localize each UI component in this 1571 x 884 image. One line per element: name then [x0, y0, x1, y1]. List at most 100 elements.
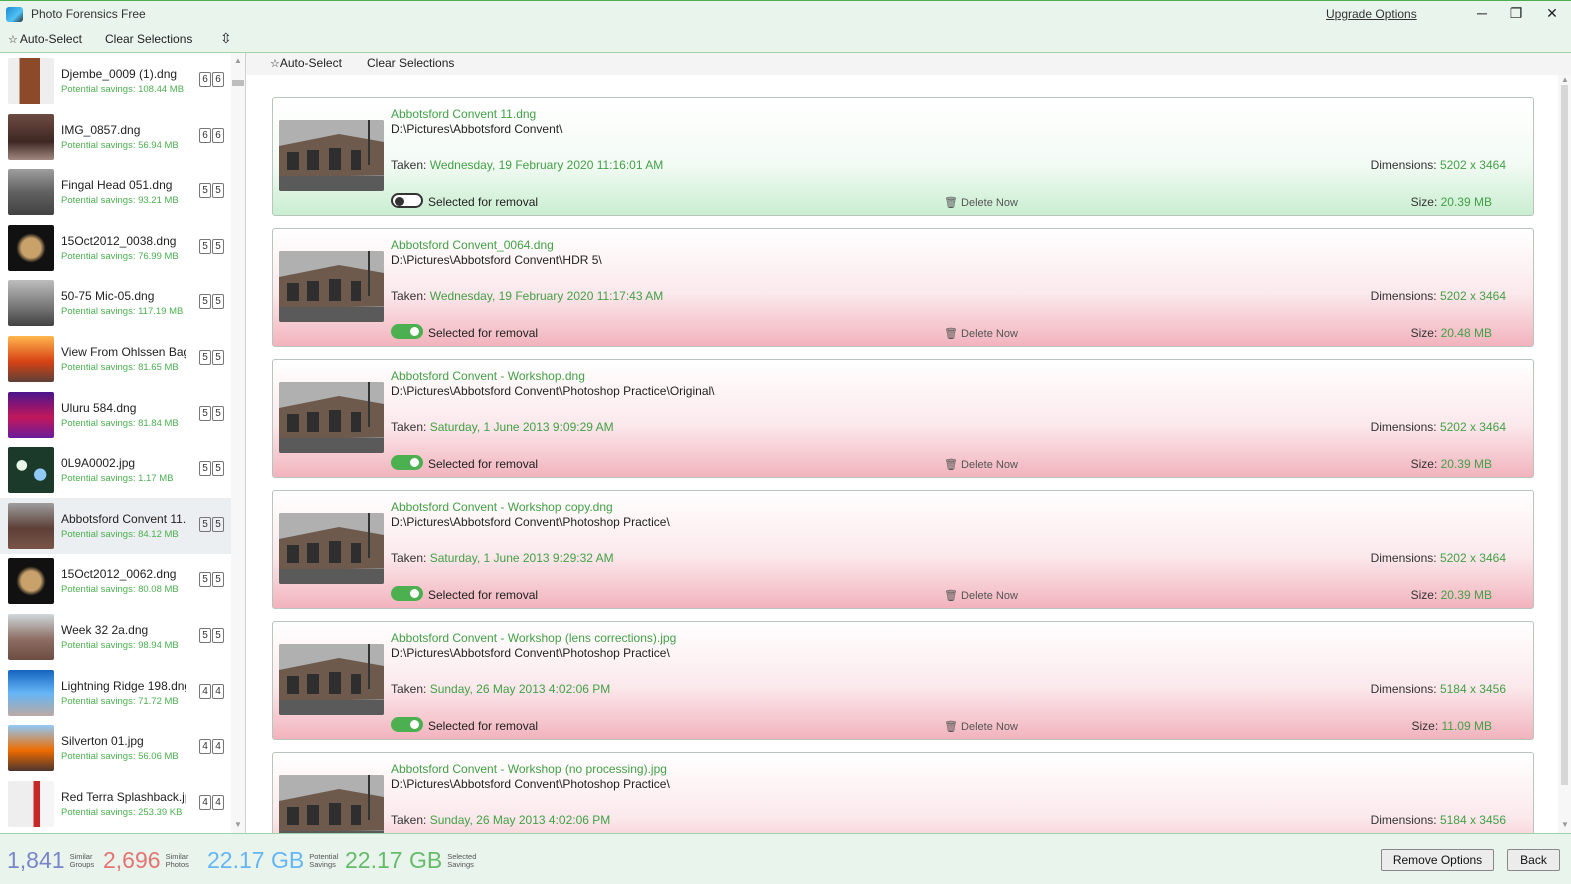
- size-label: Size:: [1410, 195, 1441, 209]
- group-file-name: Uluru 584.dng: [61, 400, 137, 415]
- photo-taken-date: Taken: Wednesday, 19 February 2020 11:17…: [391, 289, 663, 303]
- dimensions-value: 5184 x 3456: [1439, 682, 1506, 696]
- group-count-badge: 4: [199, 683, 211, 699]
- removal-toggle[interactable]: [391, 717, 423, 732]
- photo-thumbnail[interactable]: [279, 382, 384, 453]
- scroll-up-arrow-icon[interactable]: ▲: [1561, 75, 1569, 84]
- potential-savings-label: Potential Savings: [309, 851, 339, 869]
- photo-card[interactable]: Abbotsford Convent - Workshop (lens corr…: [272, 621, 1534, 740]
- delete-now-button[interactable]: 🗑 Delete Now: [944, 327, 1018, 340]
- group-count-badges: 55: [199, 238, 225, 254]
- remove-options-button[interactable]: Remove Options: [1381, 849, 1494, 871]
- photo-thumbnail[interactable]: [279, 251, 384, 322]
- delete-now-button[interactable]: 🗑 Delete Now: [944, 196, 1018, 209]
- title-bar: Photo Forensics Free Upgrade Options ─ ❐…: [0, 0, 1571, 27]
- delete-now-button[interactable]: 🗑 Delete Now: [944, 720, 1018, 733]
- main-scrollbar[interactable]: ▲ ▼: [1558, 75, 1571, 833]
- clear-selections-button[interactable]: Clear Selections: [105, 32, 192, 46]
- removal-toggle-label: Selected for removal: [428, 588, 539, 602]
- sidebar-scrollbar[interactable]: ▲ ▼: [231, 53, 245, 833]
- group-list-item[interactable]: Uluru 584.dng Potential savings: 81.84 MB…: [0, 387, 231, 443]
- photo-file-name[interactable]: Abbotsford Convent - Workshop (lens corr…: [391, 631, 676, 645]
- photo-file-name[interactable]: Abbotsford Convent - Workshop.dng: [391, 369, 585, 383]
- group-list-item[interactable]: Week 32 2a.dng Potential savings: 98.94 M…: [0, 609, 231, 665]
- delete-now-button[interactable]: 🗑 Delete Now: [944, 458, 1018, 471]
- photo-thumbnail[interactable]: [279, 644, 384, 715]
- scroll-down-arrow-icon[interactable]: ▼: [234, 820, 242, 829]
- group-list-item[interactable]: 0L9A0002.jpg Potential savings: 1.17 MB 5 5: [0, 442, 231, 498]
- sort-icon[interactable]: ⇳: [220, 30, 232, 47]
- photo-file-path: D:\Pictures\Abbotsford Convent\Photoshop…: [391, 384, 715, 398]
- group-list-item[interactable]: Lightning Ridge 198.dng Potential savings…: [0, 665, 231, 721]
- similar-groups-value: 1,841: [7, 847, 65, 873]
- removal-toggle[interactable]: [391, 324, 423, 339]
- dimensions-value: 5202 x 3464: [1439, 289, 1506, 303]
- group-list-item[interactable]: IMG_0857.dng Potential savings: 56.94 MB 6…: [0, 109, 231, 165]
- main-clear-selections-button[interactable]: Clear Selections: [367, 56, 454, 70]
- photo-thumbnail[interactable]: [279, 775, 384, 833]
- group-potential-savings: Potential savings: 253.39 KB: [61, 806, 183, 818]
- group-list-item[interactable]: Red Terra Splashback.jp: Potential saving…: [0, 776, 231, 832]
- photo-card[interactable]: Abbotsford Convent_0064.dng D:\Pictures\A…: [272, 228, 1534, 347]
- photo-card[interactable]: Abbotsford Convent - Workshop (no proces…: [272, 752, 1534, 833]
- taken-label: Taken:: [391, 289, 430, 303]
- taken-label: Taken:: [391, 813, 430, 827]
- upgrade-options-link[interactable]: Upgrade Options: [1326, 7, 1417, 21]
- trash-icon: 🗑: [944, 328, 962, 340]
- group-potential-savings: Potential savings: 108.44 MB: [61, 84, 185, 95]
- removal-toggle[interactable]: [391, 455, 423, 470]
- dimensions-label: Dimensions:: [1370, 420, 1440, 434]
- photo-file-name[interactable]: Abbotsford Convent_0064.dng: [391, 238, 554, 252]
- close-button[interactable]: ✕: [1535, 1, 1569, 27]
- group-list-item[interactable]: Djembe_0009 (1).dng Potential savings: 10…: [0, 53, 231, 109]
- photo-thumbnail-image: [279, 382, 384, 453]
- trash-icon: 🗑: [944, 590, 962, 602]
- photo-card[interactable]: Abbotsford Convent - Workshop.dng D:\Pict…: [272, 359, 1534, 478]
- group-list-item[interactable]: View From Ohlssen Bag: Potential savings:…: [0, 331, 231, 387]
- photo-size: Size: 20.39 MB: [1411, 457, 1492, 471]
- photo-thumbnail[interactable]: [279, 513, 384, 584]
- removal-toggle-label: Selected for removal: [428, 195, 539, 209]
- group-list-item[interactable]: 50-75 Mic-05.dng Potential savings: 117.1…: [0, 275, 231, 331]
- group-list-item[interactable]: Fingal Head 051.dng Potential savings: 93…: [0, 164, 231, 220]
- toggle-knob: [410, 720, 419, 729]
- photo-file-name[interactable]: Abbotsford Convent 11.dng: [391, 107, 536, 121]
- photo-thumbnail[interactable]: [279, 120, 384, 191]
- group-list-item[interactable]: Abbotsford Convent 11.c Potential savings…: [0, 497, 231, 554]
- sidebar-scroll-thumb[interactable]: [232, 80, 244, 86]
- removal-toggle[interactable]: [391, 586, 423, 601]
- auto-select-button[interactable]: ☆ Auto-Select: [8, 32, 82, 46]
- delete-now-button[interactable]: 🗑 Delete Now: [944, 589, 1018, 602]
- minimize-button[interactable]: ─: [1465, 1, 1499, 27]
- group-potential-savings: Potential savings: 56.94 MB: [61, 139, 179, 151]
- group-potential-savings: Potential savings: 93.21 MB: [61, 195, 179, 207]
- photo-card[interactable]: Abbotsford Convent - Workshop copy.dng D:…: [272, 490, 1534, 609]
- back-button[interactable]: Back: [1507, 849, 1560, 871]
- main-auto-select-button[interactable]: ☆Auto-Select: [270, 56, 342, 70]
- group-list-item[interactable]: Silverton 01.jpg Potential savings: 56.06…: [0, 720, 231, 776]
- group-file-name: IMG_0857.dng: [61, 122, 141, 137]
- group-potential-savings: Potential savings: 71.72 MB: [61, 695, 179, 707]
- group-count-badges: 55: [199, 628, 225, 643]
- photo-file-name[interactable]: Abbotsford Convent - Workshop copy.dng: [391, 500, 613, 514]
- group-count-badges: 55: [199, 294, 225, 310]
- maximize-button[interactable]: ❐: [1499, 1, 1533, 27]
- group-list-item[interactable]: 15Oct2012_0062.dng Potential savings: 80.…: [0, 553, 231, 609]
- group-count-badge: 5: [212, 516, 224, 532]
- toggle-knob: [410, 458, 419, 467]
- size-value: 20.39 MB: [1440, 457, 1492, 471]
- scroll-up-arrow-icon[interactable]: ▲: [234, 56, 242, 65]
- group-count-badges: 44: [199, 683, 225, 699]
- group-count-badges: 44: [199, 739, 225, 755]
- main-scroll-thumb[interactable]: [1561, 85, 1568, 785]
- photo-card-list: Abbotsford Convent 11.dng D:\Pictures\Abb…: [246, 75, 1571, 833]
- photo-dimensions: Dimensions: 5184 x 3456: [1371, 813, 1506, 827]
- removal-toggle[interactable]: [391, 193, 423, 208]
- selected-savings-label: Selected Savings: [447, 851, 477, 869]
- group-list-item[interactable]: 15Oct2012_0038.dng Potential savings: 76.…: [0, 220, 231, 276]
- status-bar: 1,841 Similar Groups 2,696 Similar Photo…: [0, 833, 1571, 884]
- photo-card[interactable]: Abbotsford Convent 11.dng D:\Pictures\Abb…: [272, 97, 1534, 216]
- scroll-down-arrow-icon[interactable]: ▼: [1561, 820, 1569, 829]
- group-thumbnail: [8, 280, 54, 327]
- photo-file-name[interactable]: Abbotsford Convent - Workshop (no proces…: [391, 762, 667, 776]
